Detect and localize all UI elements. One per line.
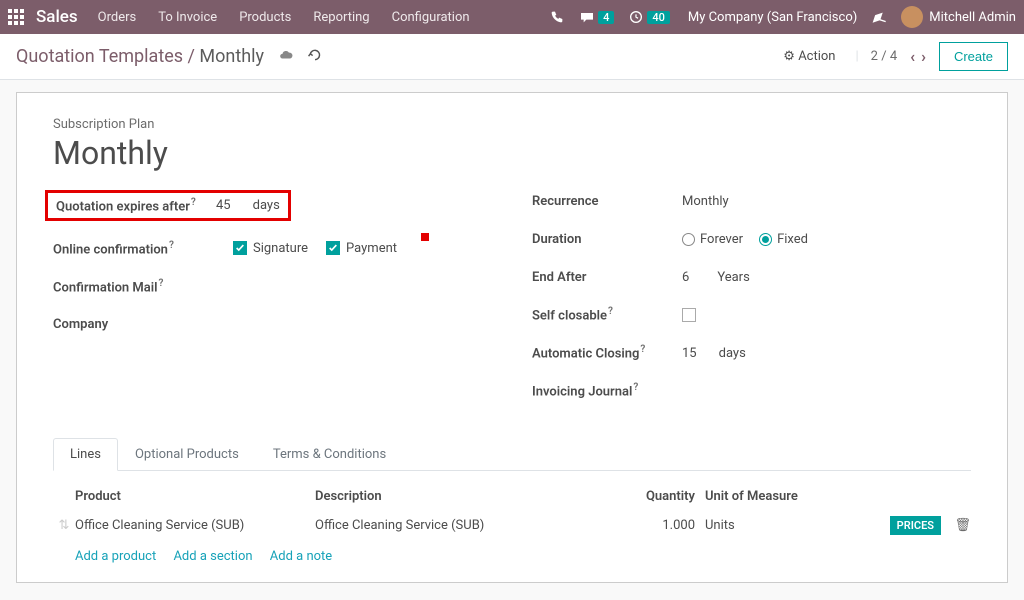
pager-prev[interactable]: ‹: [910, 47, 915, 66]
tab-terms[interactable]: Terms & Conditions: [256, 438, 403, 471]
breadcrumb-parent[interactable]: Quotation Templates: [16, 46, 183, 67]
help-icon[interactable]: ?: [608, 306, 613, 317]
help-icon[interactable]: ?: [169, 240, 174, 251]
col-description[interactable]: Description: [315, 489, 625, 504]
phone-icon[interactable]: [549, 9, 565, 25]
invoicing-journal-label: Invoicing Journal: [532, 385, 632, 400]
row-uom[interactable]: Units: [695, 518, 815, 533]
auto-closing-label: Automatic Closing: [532, 347, 639, 362]
prices-tag[interactable]: PRICES: [890, 516, 941, 535]
payment-label: Payment: [346, 241, 397, 256]
breadcrumb: Quotation Templates / Monthly: [16, 46, 264, 67]
activities-badge: 40: [647, 11, 670, 24]
recurrence-label: Recurrence: [532, 194, 682, 209]
row-product[interactable]: Office Cleaning Service (SUB): [75, 518, 315, 533]
highlight-box: Quotation expires after? 45 days: [45, 190, 291, 221]
add-note-link[interactable]: Add a note: [270, 549, 332, 564]
create-button[interactable]: Create: [939, 42, 1008, 71]
messages-icon[interactable]: 4: [579, 9, 614, 25]
row-quantity[interactable]: 1.000: [625, 518, 695, 533]
messages-badge: 4: [598, 11, 614, 24]
delete-row-icon[interactable]: 🗑: [941, 518, 971, 533]
duration-label: Duration: [532, 232, 682, 247]
avatar: [901, 6, 923, 28]
debug-icon[interactable]: [871, 9, 887, 25]
activities-icon[interactable]: 40: [628, 9, 670, 25]
self-closable-label: Self closable: [532, 309, 607, 324]
add-section-link[interactable]: Add a section: [173, 549, 252, 564]
pager[interactable]: 2 / 4: [871, 49, 897, 64]
help-icon[interactable]: ?: [633, 382, 638, 393]
forever-label: Forever: [700, 232, 743, 247]
tab-optional-products[interactable]: Optional Products: [118, 438, 256, 471]
marker-icon: [421, 233, 429, 241]
sheet-subtitle: Subscription Plan: [53, 117, 971, 132]
tabs: Lines Optional Products Terms & Conditio…: [53, 438, 971, 471]
tab-lines[interactable]: Lines: [53, 438, 118, 471]
drag-handle-icon[interactable]: ⇅: [53, 518, 75, 533]
row-description[interactable]: Office Cleaning Service (SUB): [315, 518, 625, 533]
help-icon[interactable]: ?: [191, 197, 196, 208]
expires-value[interactable]: 45: [216, 198, 231, 213]
apps-icon[interactable]: [8, 9, 24, 25]
lines-table: Product Description Quantity Unit of Mea…: [53, 471, 971, 572]
form-sheet: Subscription Plan Monthly Quotation expi…: [16, 92, 1008, 583]
self-closable-checkbox[interactable]: [682, 308, 696, 322]
end-after-unit[interactable]: Years: [717, 270, 749, 285]
end-after-value[interactable]: 6: [682, 270, 689, 285]
control-panel: Quotation Templates / Monthly ⚙ Action |…: [0, 34, 1024, 80]
topbar: Sales Orders To Invoice Products Reporti…: [0, 0, 1024, 34]
cloud-icon[interactable]: [278, 48, 294, 66]
fixed-radio[interactable]: [759, 233, 772, 246]
nav-products[interactable]: Products: [239, 10, 291, 25]
undo-icon[interactable]: [308, 48, 322, 66]
user-menu[interactable]: Mitchell Admin: [901, 6, 1016, 28]
breadcrumb-current: Monthly: [199, 46, 264, 67]
action-dropdown[interactable]: ⚙ Action: [783, 49, 835, 64]
nav-orders[interactable]: Orders: [98, 10, 137, 25]
end-after-label: End After: [532, 270, 682, 285]
pager-next[interactable]: ›: [921, 47, 926, 66]
col-uom[interactable]: Unit of Measure: [695, 489, 815, 504]
col-quantity[interactable]: Quantity: [625, 489, 695, 504]
payment-checkbox[interactable]: [326, 241, 340, 255]
auto-closing-unit: days: [719, 346, 746, 361]
app-name[interactable]: Sales: [36, 7, 78, 27]
nav-reporting[interactable]: Reporting: [313, 10, 369, 25]
company-label: Company: [53, 317, 233, 332]
nav-to-invoice[interactable]: To Invoice: [158, 10, 217, 25]
add-product-link[interactable]: Add a product: [75, 549, 156, 564]
page-title[interactable]: Monthly: [53, 134, 971, 172]
forever-radio[interactable]: [682, 233, 695, 246]
auto-closing-value[interactable]: 15: [682, 346, 697, 361]
help-icon[interactable]: ?: [640, 344, 645, 355]
online-confirm-label: Online confirmation: [53, 242, 168, 257]
signature-label: Signature: [253, 241, 308, 256]
table-row[interactable]: ⇅ Office Cleaning Service (SUB) Office C…: [53, 510, 971, 541]
col-product[interactable]: Product: [75, 489, 315, 504]
recurrence-value[interactable]: Monthly: [682, 194, 729, 209]
fixed-label: Fixed: [777, 232, 808, 247]
signature-checkbox[interactable]: [233, 241, 247, 255]
help-icon[interactable]: ?: [159, 278, 164, 289]
expires-label: Quotation expires after: [56, 199, 190, 214]
confirm-mail-label: Confirmation Mail: [53, 280, 158, 295]
company-switcher[interactable]: My Company (San Francisco): [688, 10, 857, 25]
user-name: Mitchell Admin: [929, 10, 1016, 25]
nav-configuration[interactable]: Configuration: [392, 10, 470, 25]
expires-unit: days: [253, 198, 280, 213]
